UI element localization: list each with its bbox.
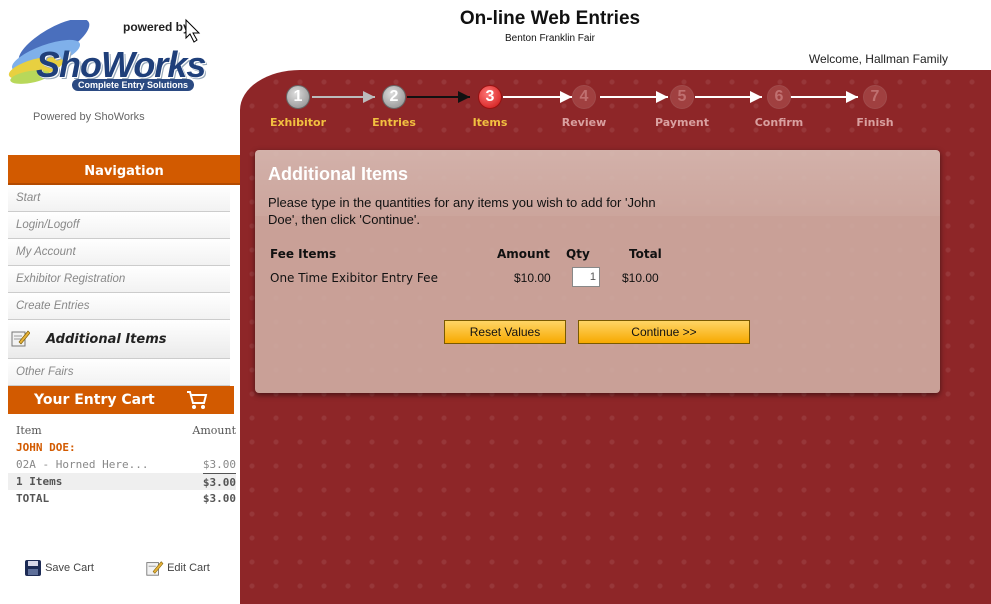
step-label: Finish [856, 116, 894, 129]
step-items: 3 Items [450, 85, 530, 129]
floppy-disk-icon [25, 560, 41, 577]
cart-total-label: TOTAL [16, 492, 50, 505]
page-title: On-line Web Entries [459, 8, 641, 29]
nav-item-additional-items[interactable]: Additional Items [8, 320, 230, 359]
step-number: 5 [670, 85, 694, 109]
panel-title: Additional Items [268, 164, 409, 184]
fee-item-amount: $10.00 [514, 271, 551, 285]
quantity-input[interactable]: 1 [572, 267, 600, 287]
cart-line-item[interactable]: 02A - Horned Here... $3.00 [8, 456, 236, 473]
nav-item-login-logoff[interactable]: Login/Logoff [8, 212, 230, 239]
shopping-cart-icon [187, 391, 208, 409]
step-number: 3 [478, 85, 502, 109]
fee-item-name: One Time Exibitor Entry Fee [270, 271, 438, 285]
navigation-heading: Navigation [8, 155, 240, 185]
save-cart-button[interactable]: Save Cart [24, 558, 94, 578]
progress-steps: 1 Exhibitor 2 Entries 3 Items 4 Review 5… [250, 85, 950, 135]
step-number: 7 [863, 85, 887, 109]
panel-instructions: Please type in the quantities for any it… [268, 195, 656, 227]
page-subtitle: Benton Franklin Fair [504, 33, 596, 44]
step-label: Payment [654, 116, 710, 129]
step-number: 4 [572, 85, 596, 109]
additional-items-panel: Additional Items Please type in the quan… [255, 150, 940, 393]
step-number: 1 [286, 85, 310, 109]
cart-count-label: 1 Items [16, 475, 63, 488]
continue-button[interactable]: Continue >> [578, 320, 750, 344]
step-number: 6 [767, 85, 791, 109]
cart-total-row: TOTAL $3.00 [8, 490, 236, 507]
cart-table: Item Amount JOHN DOE: 02A - Horned Here.… [8, 422, 236, 507]
step-label: Review [561, 116, 607, 129]
cart-col-item: Item [16, 424, 42, 437]
nav-item-my-account[interactable]: My Account [8, 239, 230, 266]
powered-by-caption: Powered by ShoWorks [33, 111, 145, 123]
cart-header-row: Item Amount [8, 422, 236, 439]
nav-item-exhibitor-registration[interactable]: Exhibitor Registration [8, 266, 230, 293]
step-label: Exhibitor [269, 116, 327, 129]
col-qty: Qty [566, 247, 590, 261]
nav-item-start[interactable]: Start [8, 185, 230, 212]
edit-cart-label: Edit Cart [167, 562, 210, 574]
nav-item-other-fairs[interactable]: Other Fairs [8, 359, 230, 386]
edit-pencil-icon [146, 561, 164, 576]
cart-total-amount: $3.00 [202, 492, 236, 505]
col-amount: Amount [497, 247, 550, 261]
step-finish: 7 Finish [835, 85, 915, 129]
cart-item-amount: $3.00 [202, 458, 236, 471]
logo-tagline: Complete Entry Solutions [72, 79, 195, 91]
cart-item-label: 02A - Horned Here... [16, 458, 149, 471]
step-payment: 5 Payment [642, 85, 722, 129]
cart-count-row: 1 Items $3.00 [8, 473, 236, 490]
step-exhibitor[interactable]: 1 Exhibitor [258, 85, 338, 129]
reset-values-button[interactable]: Reset Values [444, 320, 566, 344]
cart-col-amount: Amount [192, 424, 236, 437]
step-confirm: 6 Confirm [739, 85, 819, 129]
col-total: Total [629, 247, 662, 261]
sidebar: Navigation Start Login/Logoff My Account… [8, 155, 240, 604]
cart-exhibitor-name: JOHN DOE: [16, 441, 76, 454]
step-number: 2 [382, 85, 406, 109]
step-label: Entries [372, 116, 416, 129]
cart-heading: Your Entry Cart [8, 386, 234, 414]
step-label: Confirm [754, 116, 804, 129]
step-entries[interactable]: 2 Entries [354, 85, 434, 129]
cart-exhibitor-row: JOHN DOE: [8, 439, 236, 456]
nav-item-create-entries[interactable]: Create Entries [8, 293, 230, 320]
cart-heading-label: Your Entry Cart [34, 392, 155, 408]
edit-pencil-icon [11, 330, 30, 347]
step-label: Items [472, 116, 508, 129]
col-fee-items: Fee Items [270, 247, 337, 261]
edit-cart-button[interactable]: Edit Cart [144, 558, 210, 578]
cart-count-amount: $3.00 [202, 473, 236, 491]
step-review: 4 Review [544, 85, 624, 129]
nav-item-label: Additional Items [46, 332, 167, 347]
save-cart-label: Save Cart [45, 562, 94, 574]
welcome-message: Welcome, Hallman Family [808, 52, 948, 66]
fee-item-total: $10.00 [622, 271, 659, 285]
